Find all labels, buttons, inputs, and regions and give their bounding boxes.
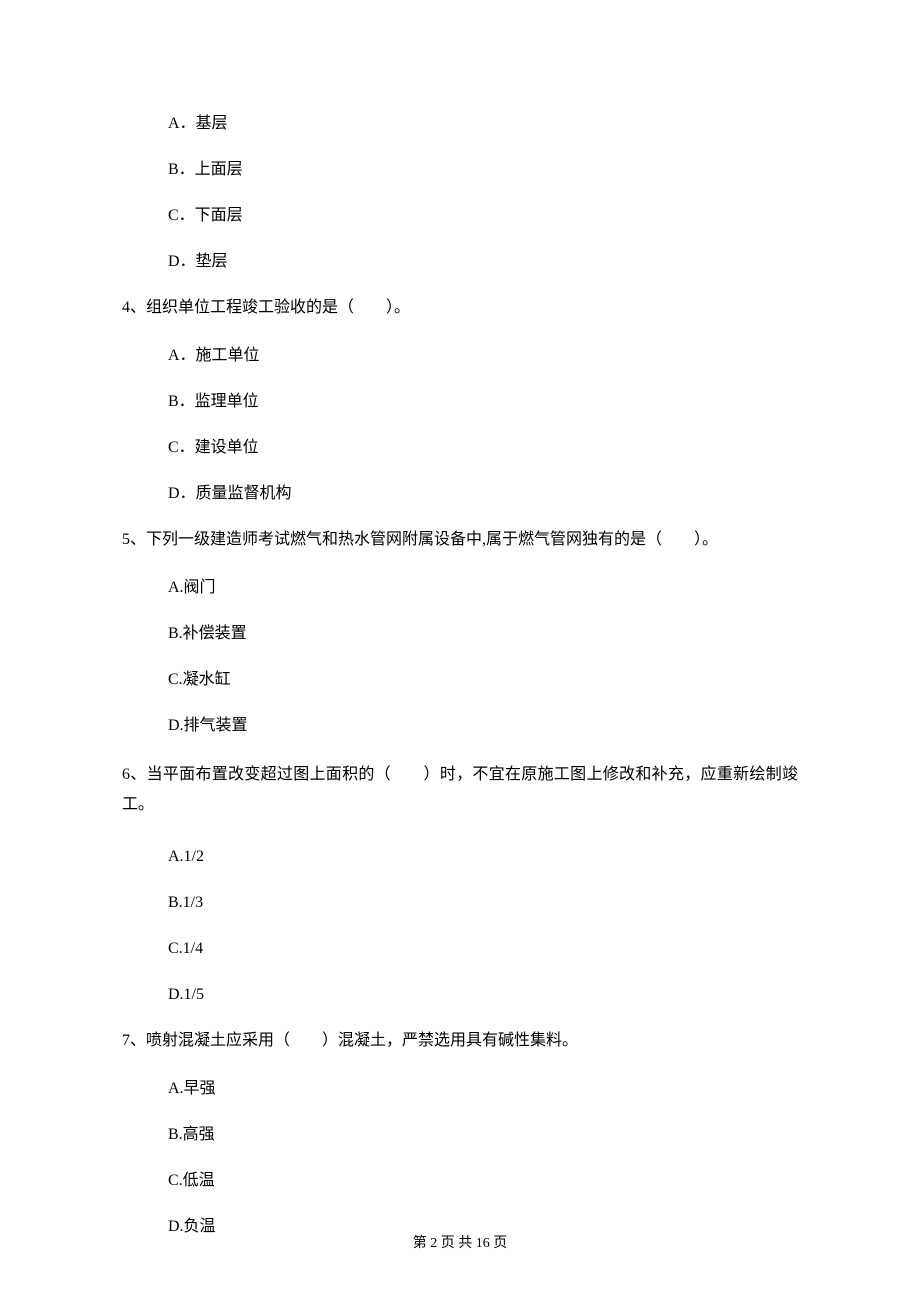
question-7: 7、喷射混凝土应采用（ ）混凝土，严禁选用具有碱性集料。 A.早强 B.高强 C…: [122, 1029, 798, 1239]
option-5a: A.阀门: [168, 576, 798, 600]
option-6b: B.1/3: [168, 891, 798, 915]
option-7c: C.低温: [168, 1169, 798, 1193]
question-4: 4、组织单位工程竣工验收的是（ ）。 A．施工单位 B．监理单位 C．建设单位 …: [122, 296, 798, 506]
option-4d: D．质量监督机构: [168, 482, 798, 506]
option-3d: D．垫层: [168, 250, 798, 274]
question-3-continued: A．基层 B．上面层 C．下面层 D．垫层: [122, 112, 798, 274]
option-5b: B.补偿装置: [168, 622, 798, 646]
document-page: A．基层 B．上面层 C．下面层 D．垫层 4、组织单位工程竣工验收的是（ ）。…: [0, 0, 920, 1302]
question-5: 5、下列一级建造师考试燃气和热水管网附属设备中,属于燃气管网独有的是（ ）。 A…: [122, 528, 798, 738]
option-6c: C.1/4: [168, 937, 798, 961]
option-3b: B．上面层: [168, 158, 798, 182]
option-6a: A.1/2: [168, 845, 798, 869]
option-3a: A．基层: [168, 112, 798, 136]
page-footer: 第 2 页 共 16 页: [0, 1233, 920, 1254]
question-4-stem: 4、组织单位工程竣工验收的是（ ）。: [122, 296, 798, 320]
option-5d: D.排气装置: [168, 714, 798, 738]
option-4b: B．监理单位: [168, 390, 798, 414]
option-7a: A.早强: [168, 1077, 798, 1101]
option-3c: C．下面层: [168, 204, 798, 228]
option-4a: A．施工单位: [168, 344, 798, 368]
option-6d: D.1/5: [168, 983, 798, 1007]
option-5c: C.凝水缸: [168, 668, 798, 692]
option-7b: B.高强: [168, 1123, 798, 1147]
question-6: 6、当平面布置改变超过图上面积的（ ）时，不宜在原施工图上修改和补充，应重新绘制…: [122, 760, 798, 1007]
question-5-stem: 5、下列一级建造师考试燃气和热水管网附属设备中,属于燃气管网独有的是（ ）。: [122, 528, 798, 552]
question-6-stem: 6、当平面布置改变超过图上面积的（ ）时，不宜在原施工图上修改和补充，应重新绘制…: [122, 760, 798, 821]
question-7-stem: 7、喷射混凝土应采用（ ）混凝土，严禁选用具有碱性集料。: [122, 1029, 798, 1053]
option-4c: C．建设单位: [168, 436, 798, 460]
